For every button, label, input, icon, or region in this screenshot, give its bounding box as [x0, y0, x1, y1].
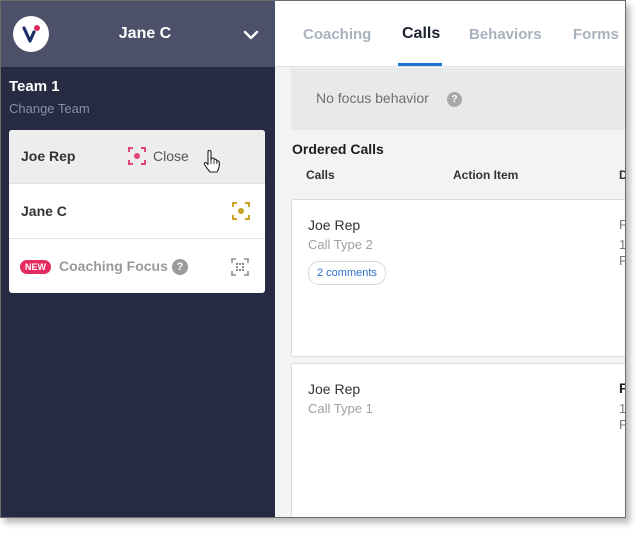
truncated-column-text: 1 — [619, 401, 626, 416]
focus-behavior-banner: No focus behavior ? — [291, 68, 625, 130]
rep-row-joe-rep[interactable]: Joe Rep Close — [9, 130, 265, 184]
sidebar: Jane C Team 1 Change Team Joe Rep Close — [1, 1, 275, 517]
coaching-focus-label: Coaching Focus — [59, 258, 168, 274]
truncated-column-text: F — [619, 217, 625, 233]
ordered-calls-title: Ordered Calls — [292, 141, 384, 157]
help-icon[interactable]: ? — [447, 92, 462, 107]
focus-behavior-text: No focus behavior — [316, 90, 429, 106]
close-focus-button[interactable]: Close — [153, 148, 189, 164]
column-header-calls[interactable]: Calls — [306, 168, 335, 182]
tab-bar: Coaching Calls Behaviors Forms — [275, 1, 625, 67]
focus-target-icon[interactable] — [232, 202, 250, 220]
help-icon[interactable]: ? — [172, 259, 188, 275]
call-card[interactable]: Joe Rep Call Type 1 F 1 P — [291, 363, 626, 517]
user-menu[interactable]: Jane C — [1, 1, 275, 67]
grid-focus-icon[interactable] — [231, 258, 249, 276]
rep-name: Jane C — [21, 203, 67, 219]
call-type: Call Type 1 — [308, 401, 373, 416]
tab-behaviors[interactable]: Behaviors — [469, 26, 542, 43]
rep-name: Joe Rep — [21, 148, 76, 164]
truncated-column-text: 1 — [619, 237, 626, 252]
call-rep-name: Joe Rep — [308, 217, 361, 233]
rep-row-jane-c[interactable]: Jane C — [9, 185, 265, 239]
rep-list: Joe Rep Close Jane C NEW Coaching Focus … — [9, 130, 265, 293]
column-header-truncated[interactable]: D — [619, 168, 625, 182]
hand-cursor-icon — [203, 150, 220, 173]
tab-forms[interactable]: Forms — [573, 26, 619, 43]
focus-target-icon[interactable] — [128, 147, 146, 165]
truncated-column-text: P — [619, 417, 625, 433]
call-type: Call Type 2 — [308, 237, 373, 252]
truncated-column-text: P — [619, 253, 625, 269]
app-window: Jane C Team 1 Change Team Joe Rep Close — [0, 0, 626, 518]
main-content: Coaching Calls Behaviors Forms No focus … — [275, 1, 625, 517]
truncated-column-text: F — [619, 380, 625, 396]
column-header-action-item[interactable]: Action Item — [453, 168, 518, 182]
coaching-focus-row[interactable]: NEW Coaching Focus ? — [9, 240, 265, 293]
call-rep-name: Joe Rep — [308, 381, 361, 397]
chevron-down-icon[interactable] — [242, 28, 260, 42]
call-card[interactable]: Joe Rep Call Type 2 2 comments F 1 P — [291, 199, 626, 357]
app-logo — [13, 16, 49, 52]
new-badge: NEW — [20, 260, 51, 274]
change-team-link[interactable]: Change Team — [9, 101, 90, 116]
active-tab-indicator — [398, 63, 442, 66]
tab-coaching[interactable]: Coaching — [303, 26, 371, 43]
team-name: Team 1 — [9, 78, 60, 95]
comments-button[interactable]: 2 comments — [308, 261, 386, 285]
tab-calls[interactable]: Calls — [402, 25, 440, 43]
current-user-name: Jane C — [118, 25, 172, 42]
